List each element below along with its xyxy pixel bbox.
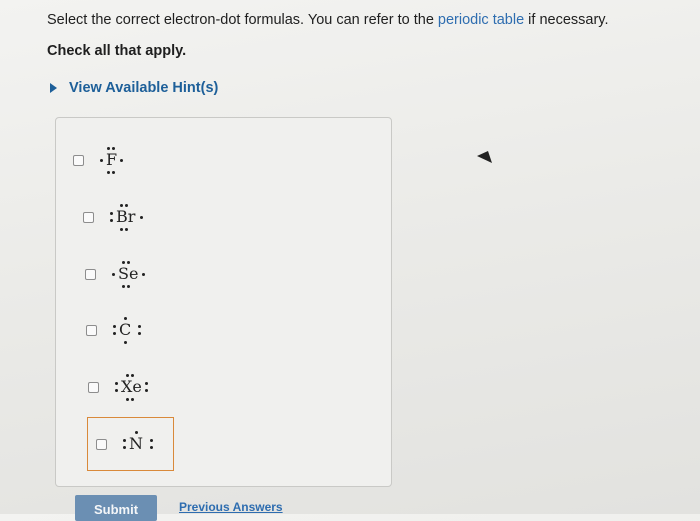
electron-dot xyxy=(138,332,141,335)
option-checkbox[interactable] xyxy=(96,438,107,450)
electron-dot xyxy=(127,261,130,264)
electron-dot xyxy=(110,219,113,222)
electron-dot xyxy=(112,147,115,150)
electron-dot xyxy=(100,159,103,162)
electron-dot xyxy=(135,431,138,434)
electron-dot-formula: F xyxy=(100,145,136,175)
electron-dot xyxy=(107,171,110,174)
view-hints-toggle[interactable]: View Available Hint(s) xyxy=(50,80,218,96)
electron-dot xyxy=(120,204,123,207)
option-n[interactable]: N xyxy=(96,429,163,459)
check-all-label: Check all that apply. xyxy=(47,43,187,59)
electron-dot xyxy=(113,325,116,328)
electron-dot xyxy=(126,374,129,377)
electron-dot xyxy=(122,285,125,288)
electron-dot xyxy=(120,228,123,231)
electron-dot xyxy=(124,317,127,320)
electron-dot-formula: N xyxy=(123,429,163,459)
electron-dot xyxy=(145,382,148,385)
electron-dot xyxy=(150,439,153,442)
electron-dot xyxy=(123,439,126,442)
submit-button[interactable]: Submit xyxy=(75,495,157,521)
electron-dot-formula: C xyxy=(113,315,151,345)
option-f[interactable]: F xyxy=(73,145,136,175)
option-xe[interactable]: Xe xyxy=(88,372,159,402)
element-symbol: C xyxy=(119,320,132,339)
electron-dot xyxy=(138,325,141,328)
electron-dot xyxy=(140,216,143,219)
electron-dot-formula: Xe xyxy=(115,372,159,402)
element-symbol: Xe xyxy=(121,377,142,396)
instruction-text-end: if necessary. xyxy=(524,12,609,28)
electron-dot xyxy=(125,204,128,207)
electron-dot xyxy=(150,446,153,449)
electron-dot xyxy=(110,212,113,215)
electron-dot xyxy=(127,285,130,288)
electron-dot xyxy=(112,171,115,174)
option-checkbox[interactable] xyxy=(85,268,96,280)
element-symbol: F xyxy=(106,150,118,169)
option-checkbox[interactable] xyxy=(88,381,99,393)
periodic-table-link[interactable]: periodic table xyxy=(438,12,524,28)
option-br[interactable]: Br xyxy=(83,202,154,232)
electron-dot-formula: Se xyxy=(112,259,156,289)
electron-dot xyxy=(124,341,127,344)
electron-dot xyxy=(115,389,118,392)
mouse-cursor-icon xyxy=(477,151,492,163)
electron-dot xyxy=(107,147,110,150)
electron-dot xyxy=(120,159,123,162)
electron-dot xyxy=(123,446,126,449)
option-checkbox[interactable] xyxy=(73,154,84,166)
electron-dot xyxy=(125,228,128,231)
option-checkbox[interactable] xyxy=(86,324,97,336)
element-symbol: N xyxy=(129,434,143,453)
instruction-text: Select the correct electron-dot formulas… xyxy=(47,12,438,28)
electron-dot-formula: Br xyxy=(110,202,154,232)
hint-label: View Available Hint(s) xyxy=(69,80,219,96)
electron-dot xyxy=(126,398,129,401)
option-se[interactable]: Se xyxy=(85,259,156,289)
electron-dot xyxy=(142,273,145,276)
electron-dot xyxy=(112,273,115,276)
question-instruction: Select the correct electron-dot formulas… xyxy=(47,10,687,30)
previous-answers-link[interactable]: Previous Answers xyxy=(179,500,283,514)
electron-dot xyxy=(122,261,125,264)
electron-dot xyxy=(113,332,116,335)
electron-dot xyxy=(115,382,118,385)
element-symbol: Br xyxy=(116,207,136,226)
option-c[interactable]: C xyxy=(86,315,151,345)
option-checkbox[interactable] xyxy=(83,211,94,223)
element-symbol: Se xyxy=(118,264,139,283)
electron-dot xyxy=(145,389,148,392)
electron-dot xyxy=(131,374,134,377)
electron-dot xyxy=(131,398,134,401)
caret-right-icon xyxy=(50,83,57,93)
